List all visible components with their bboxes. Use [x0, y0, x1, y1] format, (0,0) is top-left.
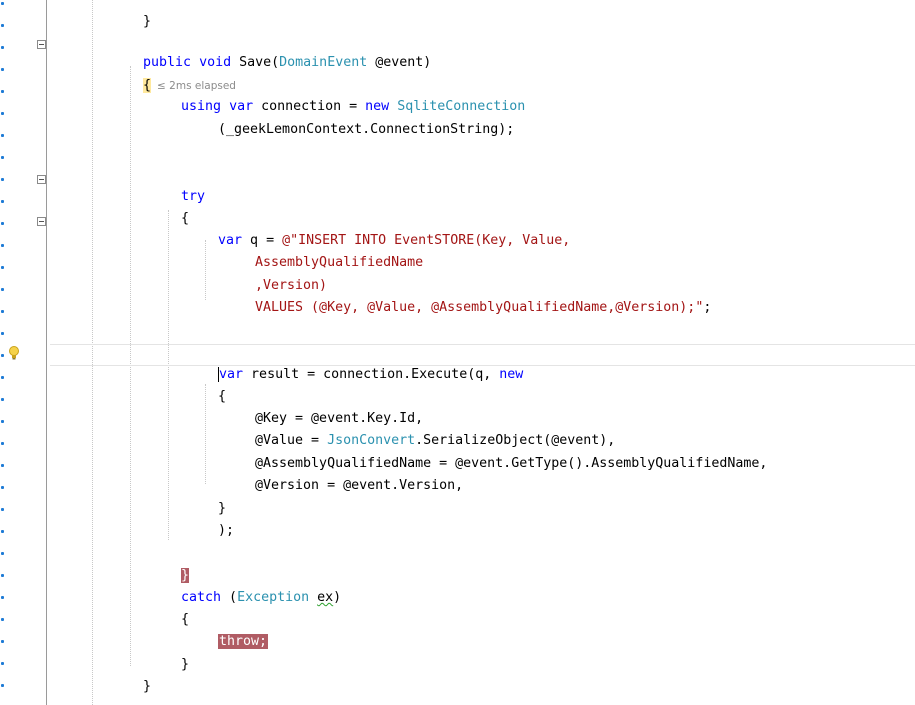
keyword: new: [499, 367, 524, 382]
code-line[interactable]: (_geekLemonContext.ConnectionString);: [202, 100, 514, 137]
code-text: ;: [703, 300, 712, 315]
collapse-toggle-icon[interactable]: [37, 217, 46, 226]
brace: {: [181, 612, 190, 627]
code-text: );: [218, 523, 235, 538]
using-line[interactable]: using var connection = new SqliteConnect…: [165, 77, 525, 114]
change-tracking-margin: [0, 0, 6, 705]
code-line[interactable]: }: [202, 479, 226, 516]
type-name: Exception: [237, 590, 310, 605]
code-line[interactable]: try: [165, 167, 205, 204]
indent-guide: [168, 210, 169, 540]
throw-line[interactable]: throw;: [202, 612, 269, 649]
query-declaration-line[interactable]: var q = @"INSERT INTO EventSTORE(Key, Va…: [202, 211, 570, 248]
string-literal: VALUES (@Key, @Value, @AssemblyQualified…: [255, 300, 704, 315]
method-name: Save(: [231, 55, 280, 70]
code-text: result = connection.Execute(q,: [243, 367, 500, 382]
code-text: (_geekLemonContext.ConnectionString);: [218, 122, 515, 137]
code-line[interactable]: @Value = JsonConvert.SerializeObject(@ev…: [239, 411, 615, 448]
code-line[interactable]: @Key = @event.Key.Id,: [239, 389, 423, 426]
code-line[interactable]: }: [165, 546, 190, 583]
catch-line[interactable]: catch (Exception ex): [165, 568, 341, 605]
brace: }: [181, 657, 190, 672]
method-signature-line[interactable]: public void Save(DomainEvent @event): [127, 33, 431, 70]
code-line[interactable]: {: [165, 590, 189, 627]
type-name: DomainEvent: [279, 55, 368, 70]
code-line[interactable]: }: [127, 657, 151, 694]
code-line[interactable]: @Version = @event.Version,: [239, 456, 463, 493]
code-line[interactable]: );: [202, 501, 234, 538]
brace: {: [181, 211, 190, 226]
matched-brace: {: [143, 78, 152, 93]
warning-squiggle[interactable]: ex: [317, 590, 333, 605]
code-line[interactable]: {: [202, 367, 226, 404]
brace: {: [218, 389, 227, 404]
execute-line[interactable]: var result = connection.Execute(q, new: [202, 345, 523, 382]
code-text: (: [221, 590, 238, 605]
collapse-toggle-icon[interactable]: [37, 40, 46, 49]
brace: }: [143, 679, 152, 694]
collapse-toggle-icon[interactable]: [37, 175, 46, 184]
parameter: @event): [367, 55, 432, 70]
lightbulb-icon[interactable]: [7, 345, 21, 361]
code-text: ): [333, 590, 342, 605]
outlining-margin-line: [46, 0, 47, 705]
code-text: @Version = @event.Version,: [255, 478, 464, 493]
closing-brace: }: [143, 14, 152, 29]
code-line[interactable]: }: [165, 635, 189, 672]
indent-guide: [130, 66, 131, 666]
exception-highlight-throw: throw;: [218, 634, 269, 649]
code-line[interactable]: VALUES (@Key, @Value, @AssemblyQualified…: [239, 278, 711, 315]
code-line[interactable]: AssemblyQualifiedName: [239, 233, 423, 270]
code-line[interactable]: ,Version): [239, 256, 327, 293]
code-line[interactable]: {≤ 2ms elapsed: [127, 56, 236, 93]
code-line[interactable]: {: [165, 189, 189, 226]
code-line[interactable]: }: [127, 0, 151, 29]
code-line[interactable]: @AssemblyQualifiedName = @event.GetType(…: [239, 434, 767, 471]
